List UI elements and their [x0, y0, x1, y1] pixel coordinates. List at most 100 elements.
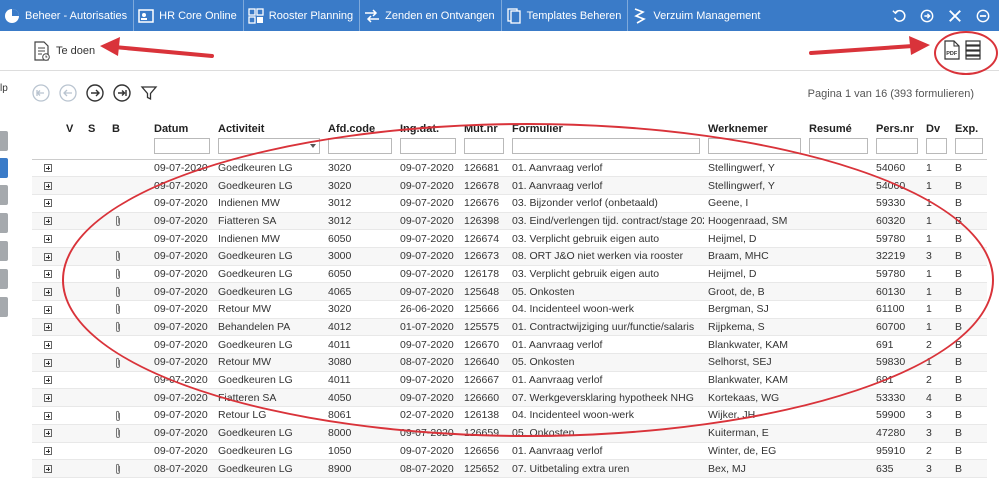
table-row[interactable]: 09-07-2020 Behandelen PA 4012 01-07-2020 125… — [32, 318, 987, 336]
expand-row-icon[interactable] — [44, 464, 52, 473]
tools-icon[interactable] — [947, 8, 963, 24]
table-row[interactable]: 09-07-2020 Goedkeuren LG 4065 09-07-2020 125… — [32, 282, 987, 301]
next-page-icon[interactable] — [86, 84, 104, 102]
expand-row-icon[interactable] — [44, 164, 52, 173]
col-header-formulier[interactable]: Formulier — [508, 117, 704, 135]
paperclip-icon[interactable] — [114, 427, 122, 439]
paperclip-icon[interactable] — [114, 303, 122, 315]
nav-item-hr-core[interactable]: HR Core Online — [133, 0, 243, 31]
table-row[interactable]: 09-07-2020 Fiatteren SA 4050 09-07-2020 1266… — [32, 388, 987, 407]
table-row[interactable]: 09-07-2020 Goedkeuren LG 8000 09-07-2020 126… — [32, 424, 987, 442]
expand-row-icon[interactable] — [44, 234, 52, 243]
expand-row-icon[interactable] — [44, 252, 52, 261]
sidebar-tab[interactable] — [0, 297, 8, 317]
col-header-v[interactable]: V — [62, 117, 84, 135]
expand-row-icon[interactable] — [44, 305, 52, 314]
table-row[interactable]: 09-07-2020 Retour LG 8061 02-07-2020 126138 0… — [32, 407, 987, 425]
filter-mutnr-input[interactable] — [464, 137, 504, 154]
col-header-activiteit[interactable]: Activiteit — [214, 117, 324, 135]
filter-ingdat-input[interactable] — [400, 137, 456, 154]
filter-dv-input[interactable] — [926, 137, 947, 154]
expand-row-icon[interactable] — [44, 340, 52, 349]
power-icon[interactable] — [975, 8, 991, 24]
paperclip-icon[interactable] — [114, 357, 122, 369]
col-header-datum[interactable]: Datum — [150, 117, 214, 135]
nav-item-verzuim[interactable]: Verzuim Management — [627, 0, 766, 31]
table-row[interactable]: 09-07-2020 Goedkeuren LG 3020 09-07-2020 126… — [32, 176, 987, 195]
expand-row-icon[interactable] — [44, 323, 52, 332]
first-page-icon[interactable] — [32, 84, 50, 102]
table-row[interactable]: 09-07-2020 Goedkeuren LG 6050 09-07-2020 126… — [32, 265, 987, 283]
table-row[interactable]: 09-07-2020 Goedkeuren LG 4011 09-07-2020 126… — [32, 371, 987, 389]
filter-afdcode-input[interactable] — [328, 137, 392, 154]
table-row[interactable]: 09-07-2020 Goedkeuren LG 3000 09-07-2020 126… — [32, 247, 987, 266]
filter-exp-input[interactable] — [955, 137, 983, 154]
sidebar-tab[interactable] — [0, 269, 8, 289]
col-header-mutnr[interactable]: Mut.nr — [460, 117, 508, 135]
table-row[interactable]: 09-07-2020 Goedkeuren LG 3020 09-07-2020 126… — [32, 159, 987, 177]
table-row[interactable]: 08-07-2020 Goedkeuren LG 8900 08-07-2020 125… — [32, 459, 987, 478]
expand-row-icon[interactable] — [44, 429, 52, 438]
paperclip-icon[interactable] — [114, 321, 122, 333]
logout-icon[interactable] — [919, 8, 935, 24]
expand-row-icon[interactable] — [44, 376, 52, 385]
paperclip-icon[interactable] — [114, 463, 122, 475]
filter-icon[interactable] — [140, 84, 158, 102]
table-row[interactable]: 09-07-2020 Retour MW 3080 08-07-2020 126640 0… — [32, 353, 987, 372]
nav-item-zenden[interactable]: Zenden en Ontvangen — [359, 0, 500, 31]
paperclip-icon[interactable] — [114, 410, 122, 422]
nav-item-beheer[interactable]: Beheer - Autorisaties — [0, 0, 133, 31]
table-row[interactable]: 09-07-2020 Indienen MW 6050 09-07-2020 12667… — [32, 230, 987, 248]
expand-row-icon[interactable] — [44, 394, 52, 402]
filter-persnr-input[interactable] — [876, 137, 918, 154]
cell-b — [108, 371, 150, 389]
col-header-s[interactable]: S — [84, 117, 108, 135]
table-row[interactable]: 09-07-2020 Goedkeuren LG 1050 09-07-2020 126… — [32, 442, 987, 460]
table-header-row: V S B Datum Activiteit Afd.code Ing.dat.… — [32, 117, 987, 135]
table-row[interactable]: 09-07-2020 Goedkeuren LG 4011 09-07-2020 126… — [32, 336, 987, 354]
expand-row-icon[interactable] — [44, 358, 52, 367]
nav-item-templates[interactable]: Templates Beheren — [500, 0, 628, 31]
expand-row-icon[interactable] — [44, 411, 52, 420]
sidebar-tab[interactable] — [0, 185, 8, 205]
sidebar-tab-active[interactable] — [0, 158, 8, 178]
nav-item-rooster[interactable]: Rooster Planning — [242, 0, 359, 31]
last-page-icon[interactable] — [113, 84, 131, 102]
col-header-ingdat[interactable]: Ing.dat. — [396, 117, 460, 135]
filter-werknemer-input[interactable] — [708, 137, 801, 154]
cell-activiteit: Fiatteren SA — [218, 391, 277, 404]
table-row[interactable]: 09-07-2020 Retour MW 3020 26-06-2020 125666 0… — [32, 301, 987, 319]
undo-icon[interactable] — [891, 8, 907, 24]
paperclip-icon[interactable] — [114, 268, 122, 280]
todo-title[interactable]: Te doen — [34, 41, 95, 61]
cell-b — [108, 336, 150, 354]
col-header-resume[interactable]: Resumé — [805, 117, 872, 135]
table-row[interactable]: 09-07-2020 Indienen MW 3012 09-07-2020 12667… — [32, 194, 987, 213]
expand-row-icon[interactable] — [44, 199, 52, 208]
expand-row-icon[interactable] — [44, 447, 52, 456]
previous-page-icon[interactable] — [59, 84, 77, 102]
paperclip-icon[interactable] — [114, 250, 122, 262]
col-header-persnr[interactable]: Pers.nr — [872, 117, 922, 135]
paperclip-icon[interactable] — [114, 215, 122, 227]
expand-row-icon[interactable] — [44, 181, 52, 190]
filter-datum-input[interactable] — [154, 137, 210, 154]
col-header-werknemer[interactable]: Werknemer — [704, 117, 805, 135]
expand-row-icon[interactable] — [44, 217, 52, 226]
paperclip-icon[interactable] — [114, 286, 122, 298]
expand-row-icon[interactable] — [44, 270, 52, 279]
col-header-afdcode[interactable]: Afd.code — [324, 117, 396, 135]
table-row[interactable]: 09-07-2020 Fiatteren SA 3012 09-07-2020 1263… — [32, 212, 987, 230]
col-header-dv[interactable]: Dv — [922, 117, 951, 135]
filter-resume-input[interactable] — [809, 137, 868, 154]
filter-formulier-input[interactable] — [512, 137, 700, 154]
sidebar-tab[interactable] — [0, 131, 8, 151]
expand-row-icon[interactable] — [44, 287, 52, 296]
cell-formulier: 01. Aanvraag verlof — [512, 161, 603, 174]
cell-formulier: 08. ORT J&O niet werken via rooster — [512, 250, 684, 263]
col-header-b[interactable]: B — [108, 117, 150, 135]
sidebar-tab[interactable] — [0, 213, 8, 233]
sidebar-tab[interactable] — [0, 241, 8, 261]
filter-activiteit-select[interactable] — [218, 137, 320, 154]
col-header-exp[interactable]: Exp. — [951, 117, 987, 135]
